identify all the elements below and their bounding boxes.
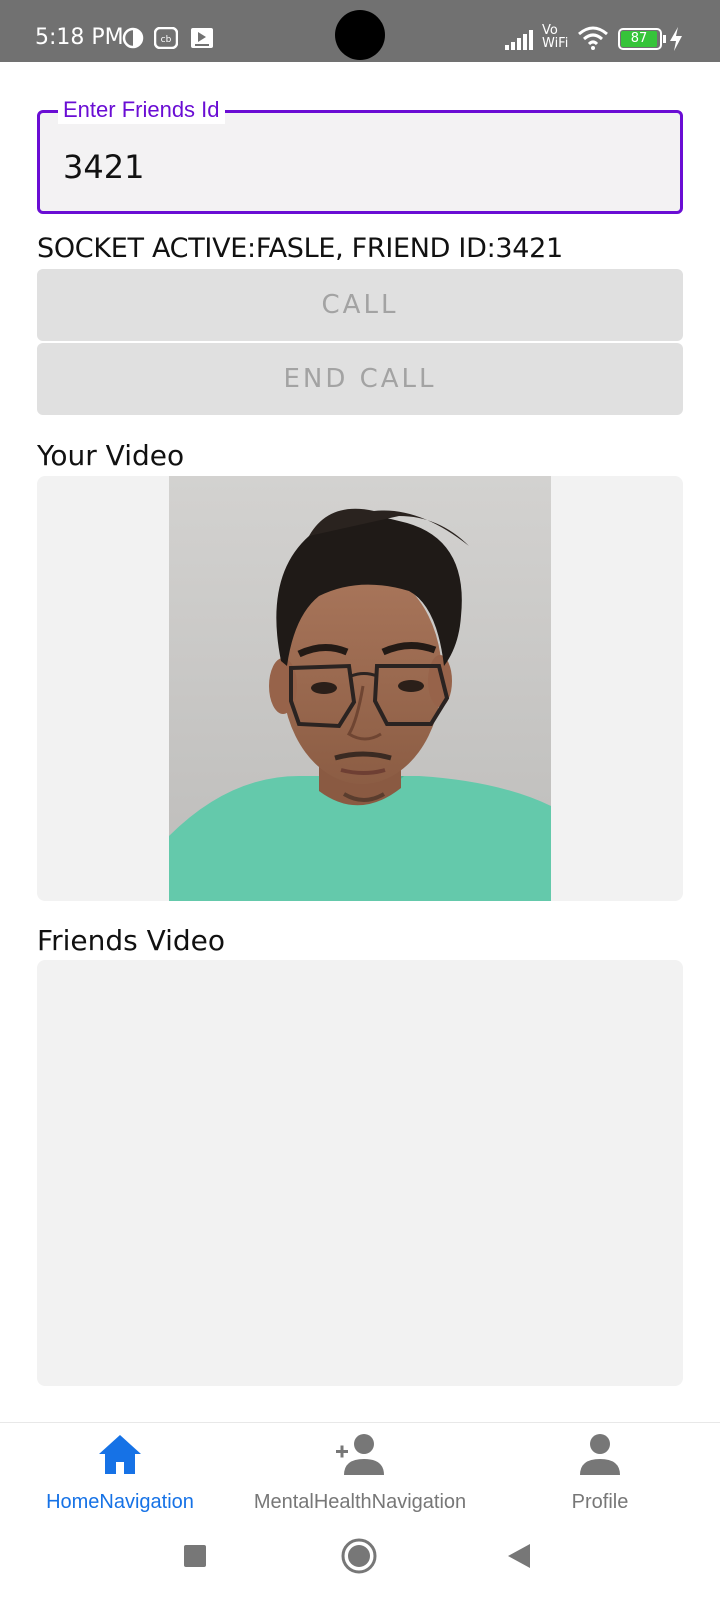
nav-label-home: HomeNavigation — [46, 1491, 194, 1513]
status-bar: 5:18 PM cb Vo WiFi 87 — [0, 0, 720, 62]
friend-id-field[interactable]: Enter Friends Id — [37, 96, 683, 214]
data-saver-icon — [122, 27, 144, 49]
recents-square-icon[interactable] — [183, 1544, 207, 1568]
status-time: 5:18 PM — [35, 25, 124, 50]
signal-icon — [505, 30, 533, 50]
home-icon — [99, 1435, 141, 1474]
vowifi-label: Vo WiFi — [542, 23, 569, 51]
charging-icon — [670, 27, 682, 51]
bottom-navigation: HomeNavigation MentalHealthNavigation Pr… — [0, 1422, 720, 1522]
battery-icon: 87 — [618, 28, 662, 50]
call-button[interactable]: CALL — [37, 269, 683, 341]
end-call-button[interactable]: END CALL — [37, 343, 683, 415]
nav-label-profile: Profile — [571, 1491, 629, 1513]
home-circle-icon[interactable] — [341, 1538, 377, 1574]
nav-label-mental-health: MentalHealthNavigation — [253, 1491, 467, 1513]
back-triangle-icon[interactable] — [506, 1542, 532, 1570]
friends-video-container — [37, 960, 683, 1386]
battery-level: 87 — [630, 31, 648, 46]
front-camera-cutout — [335, 10, 385, 60]
svg-text:cb: cb — [161, 35, 172, 45]
friends-video-label: Friends Video — [37, 924, 226, 957]
socket-status-text: SOCKET ACTIVE:FASLE, FRIEND ID:3421 — [37, 233, 563, 264]
nav-item-profile[interactable]: Profile — [520, 1423, 680, 1523]
friend-id-input[interactable] — [63, 146, 643, 188]
friend-id-label: Enter Friends Id — [58, 96, 225, 124]
person-icon — [580, 1434, 620, 1475]
add-person-icon — [336, 1434, 384, 1475]
media-notification-icon — [191, 28, 213, 48]
cb-app-icon: cb — [154, 27, 178, 49]
wifi-icon — [578, 26, 608, 50]
system-navigation-bar — [0, 1522, 720, 1600]
your-video-label: Your Video — [37, 439, 185, 472]
local-camera-feed — [169, 476, 551, 901]
nav-item-mental-health[interactable]: MentalHealthNavigation — [240, 1423, 480, 1523]
nav-item-home[interactable]: HomeNavigation — [20, 1423, 220, 1523]
battery-tip — [663, 35, 666, 43]
your-video-container — [37, 476, 683, 901]
